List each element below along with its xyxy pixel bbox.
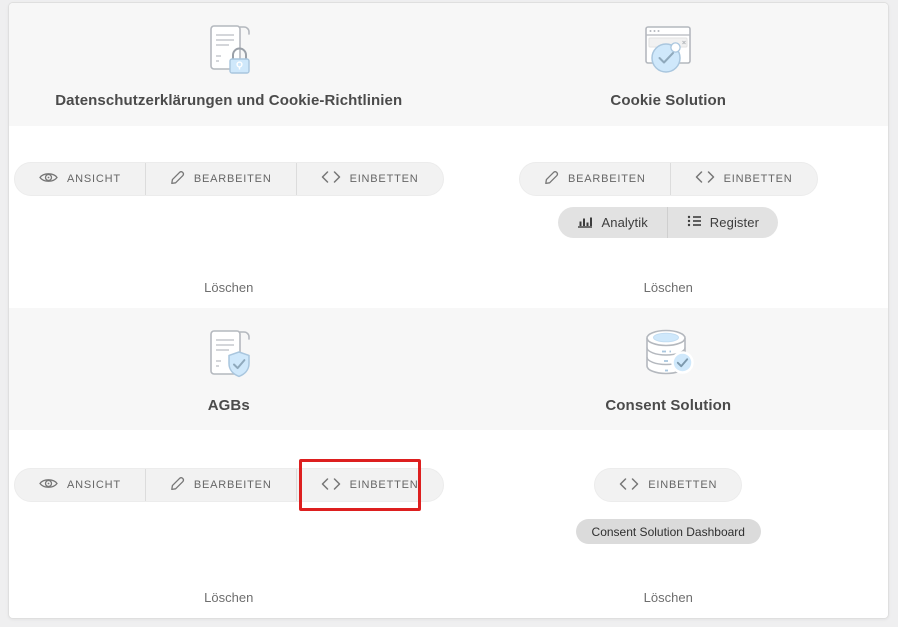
eye-icon (39, 171, 58, 187)
panel-cookie-solution-actions: BEARBEITEN EINBETTEN (449, 126, 889, 308)
panel-privacy-header: Datenschutzerklärungen und Cookie-Richtl… (9, 3, 449, 126)
panel-title-consent-solution: Consent Solution (605, 397, 731, 414)
database-check-icon (640, 326, 696, 387)
privacy-embed-button[interactable]: EINBETTEN (296, 163, 443, 195)
cookie-solution-register-button[interactable]: Register (667, 207, 778, 238)
terms-view-button[interactable]: ANSICHT (15, 469, 145, 501)
panel-consent-solution-actions: EINBETTEN Consent Solution Dashboard Lös… (449, 430, 889, 618)
eye-icon (39, 477, 58, 493)
terms-edit-label: BEARBEITEN (194, 479, 272, 491)
consent-solution-action-group: EINBETTEN (594, 468, 742, 502)
cookie-solution-analytics-label: Analytik (601, 215, 647, 230)
pencil-icon (544, 170, 559, 188)
document-shield-icon (201, 326, 257, 387)
actions-row-top: ANSICHT BEARBEITEN (9, 126, 888, 308)
consent-solution-dashboard-button[interactable]: Consent Solution Dashboard (576, 519, 761, 544)
panel-title-privacy: Datenschutzerklärungen und Cookie-Richtl… (55, 92, 402, 109)
panel-consent-solution-header: Consent Solution (449, 308, 889, 431)
cookie-solution-analytics-button[interactable]: Analytik (558, 207, 666, 238)
panel-title-terms: AGBs (208, 397, 250, 414)
browser-cookie-icon (640, 21, 696, 82)
bar-chart-icon (577, 214, 593, 231)
code-icon (321, 171, 341, 186)
privacy-action-group: ANSICHT BEARBEITEN (14, 162, 444, 196)
panel-title-cookie-solution: Cookie Solution (610, 92, 726, 109)
terms-edit-button[interactable]: BEARBEITEN (145, 469, 296, 501)
cookie-solution-secondary-group: Analytik Register (558, 207, 778, 238)
pencil-icon (170, 476, 185, 494)
header-row-bottom: AGBs Consent Solution (9, 308, 888, 431)
cookie-solution-delete-link[interactable]: Löschen (644, 280, 693, 295)
document-lock-icon (201, 21, 257, 82)
privacy-edit-button[interactable]: BEARBEITEN (145, 163, 296, 195)
privacy-edit-label: BEARBEITEN (194, 173, 272, 185)
privacy-view-label: ANSICHT (67, 173, 121, 185)
privacy-view-button[interactable]: ANSICHT (15, 163, 145, 195)
panel-privacy-actions: ANSICHT BEARBEITEN (9, 126, 449, 308)
cookie-solution-register-label: Register (710, 215, 759, 230)
consent-solution-embed-button[interactable]: EINBETTEN (595, 469, 741, 501)
terms-embed-button[interactable]: EINBETTEN (296, 469, 443, 501)
cookie-solution-edit-button[interactable]: BEARBEITEN (520, 163, 670, 195)
cookie-solution-action-group: BEARBEITEN EINBETTEN (519, 162, 818, 196)
terms-view-label: ANSICHT (67, 479, 121, 491)
panel-cookie-solution-header: Cookie Solution (449, 3, 889, 126)
privacy-embed-label: EINBETTEN (350, 173, 419, 185)
pencil-icon (170, 170, 185, 188)
list-icon (687, 215, 702, 230)
consent-solution-delete-link[interactable]: Löschen (644, 590, 693, 605)
privacy-delete-link[interactable]: Löschen (204, 280, 253, 295)
header-row-top: Datenschutzerklärungen und Cookie-Richtl… (9, 3, 888, 126)
cookie-solution-embed-label: EINBETTEN (724, 173, 793, 185)
legal-documents-card: Datenschutzerklärungen und Cookie-Richtl… (8, 2, 889, 619)
panel-terms-header: AGBs (9, 308, 449, 431)
consent-solution-embed-label: EINBETTEN (648, 479, 717, 491)
code-icon (695, 171, 715, 186)
panel-terms-actions: ANSICHT BEARBEITEN (9, 430, 449, 618)
terms-embed-label: EINBETTEN (350, 479, 419, 491)
code-icon (321, 478, 341, 493)
actions-row-bottom: ANSICHT BEARBEITEN (9, 430, 888, 618)
cookie-solution-edit-label: BEARBEITEN (568, 173, 646, 185)
code-icon (619, 478, 639, 493)
cookie-solution-embed-button[interactable]: EINBETTEN (670, 163, 817, 195)
terms-delete-link[interactable]: Löschen (204, 590, 253, 605)
terms-action-group: ANSICHT BEARBEITEN (14, 468, 444, 502)
